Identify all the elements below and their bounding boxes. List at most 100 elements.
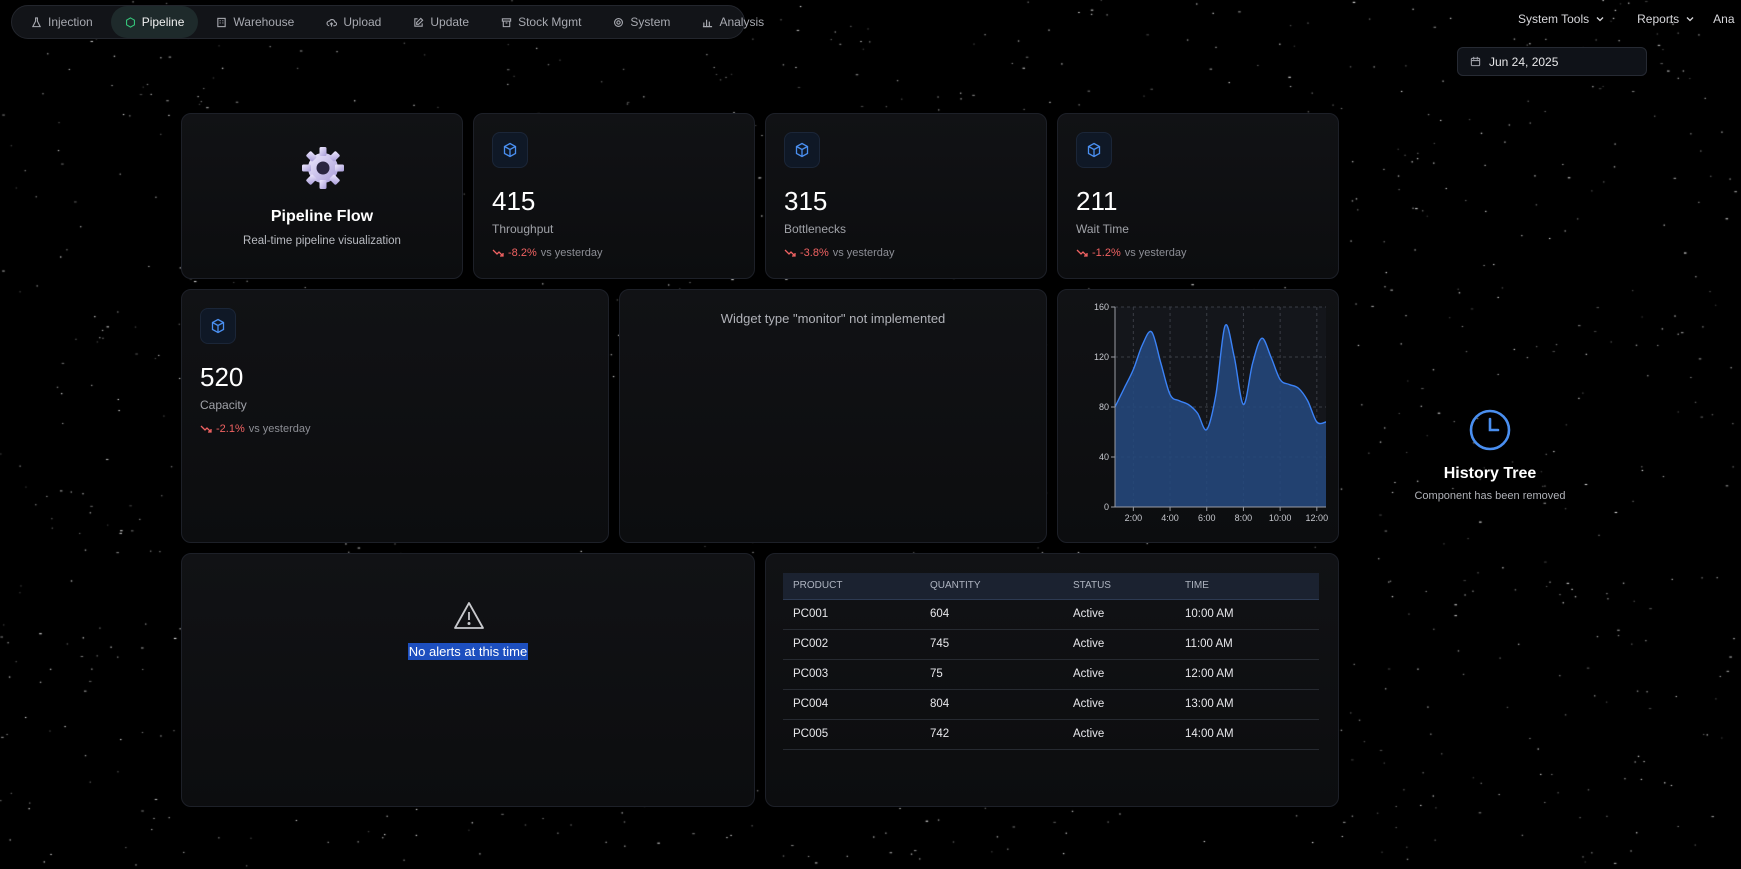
menu-reports[interactable]: Reports	[1637, 12, 1695, 26]
product-table-card: PRODUCT QUANTITY STATUS TIME PC001 604 A…	[765, 553, 1339, 807]
cell-status: Active	[1063, 689, 1175, 720]
monitor-widget-card: Widget type "monitor" not implemented	[619, 289, 1047, 543]
column-header-quantity[interactable]: QUANTITY	[920, 573, 1063, 600]
stat-trend: -2.1% vs yesterday	[200, 423, 311, 435]
menu-label: System Tools	[1518, 12, 1590, 26]
cell-product: PC004	[783, 689, 920, 720]
nav-item-upload[interactable]: Upload	[312, 6, 395, 38]
trend-suffix: vs yesterday	[540, 247, 603, 259]
trending-down-icon	[1076, 249, 1088, 257]
date-picker[interactable]: Jun 24, 2025	[1457, 47, 1647, 76]
stat-value: 520	[200, 362, 244, 392]
nav-item-pipeline[interactable]: Pipeline	[110, 6, 199, 38]
y-tick-label: 40	[1099, 452, 1109, 462]
cell-quantity: 75	[920, 659, 1063, 690]
history-tree-title: History Tree	[1443, 465, 1537, 482]
x-tick-label: 2:00	[1125, 513, 1143, 523]
flask-icon	[31, 16, 42, 27]
table-row[interactable]: PC004 804 Active 13:00 AM	[783, 689, 1319, 720]
gear-icon	[614, 17, 624, 27]
nav-item-label: Stock Mgmt	[518, 15, 582, 29]
archive-icon	[501, 17, 512, 27]
stat-card-capacity: 520 Capacity -2.1% vs yesterday	[181, 289, 609, 543]
cell-product: PC002	[783, 629, 920, 660]
clock-icon	[1469, 409, 1511, 451]
trending-down-icon	[784, 249, 796, 257]
nav-item-system[interactable]: System	[599, 6, 684, 38]
cell-time: 14:00 AM	[1175, 719, 1319, 750]
cell-status: Active	[1063, 629, 1175, 660]
table-header-row: PRODUCT QUANTITY STATUS TIME	[783, 573, 1319, 600]
column-header-product[interactable]: PRODUCT	[783, 573, 920, 600]
stat-value: 415	[492, 186, 536, 216]
building-icon	[217, 17, 227, 27]
nav-item-label: Update	[430, 15, 470, 29]
chevron-down-icon	[1596, 17, 1604, 22]
cloud-upload-icon	[326, 18, 338, 27]
calendar-icon	[1470, 56, 1481, 67]
nav-item-label: Warehouse	[233, 15, 295, 29]
cell-time: 13:00 AM	[1175, 689, 1319, 720]
stat-label: Capacity	[200, 398, 247, 412]
x-tick-label: 4:00	[1161, 513, 1179, 523]
trending-down-icon	[492, 249, 504, 257]
column-header-time[interactable]: TIME	[1175, 573, 1319, 600]
cell-status: Active	[1063, 719, 1175, 750]
cell-time: 11:00 AM	[1175, 629, 1319, 660]
cell-quantity: 604	[920, 599, 1063, 630]
trend-suffix: vs yesterday	[248, 423, 311, 435]
menu-system-tools[interactable]: System Tools	[1518, 12, 1605, 26]
y-tick-label: 160	[1094, 302, 1109, 312]
bar-chart-icon	[703, 19, 713, 27]
alerts-message: No alerts at this time	[182, 643, 754, 660]
gear-icon	[302, 147, 344, 189]
nav-item-warehouse[interactable]: Warehouse	[202, 6, 308, 38]
top-nav: Injection Pipeline Warehouse Upload Upda…	[11, 5, 764, 39]
stat-trend: -1.2% vs yesterday	[1076, 247, 1187, 259]
nav-item-label: System	[630, 15, 671, 29]
table-row[interactable]: PC002 745 Active 11:00 AM	[783, 629, 1319, 660]
table-row[interactable]: PC001 604 Active 10:00 AM	[783, 599, 1319, 630]
cell-product: PC001	[783, 599, 920, 630]
edit-icon	[414, 17, 424, 27]
history-tree-placeholder: History Tree Component has been removed	[1400, 408, 1580, 502]
pipeline-flow-subtitle: Real-time pipeline visualization	[243, 235, 401, 247]
chevron-down-icon	[1686, 17, 1694, 22]
stat-label: Throughput	[492, 222, 554, 236]
nav-item-update[interactable]: Update	[399, 6, 483, 38]
column-header-status[interactable]: STATUS	[1063, 573, 1175, 600]
x-tick-label: 6:00	[1198, 513, 1216, 523]
nav-item-stock-mgmt[interactable]: Stock Mgmt	[487, 6, 595, 38]
area-chart-card: 0 40 80 120 160 2:00 4:00 6:00 8:00 10:00 12:00	[1057, 289, 1339, 543]
stat-card-wait-time: 211 Wait Time -1.2% vs yesterday	[1057, 113, 1339, 279]
monitor-widget-message: Widget type "monitor" not implemented	[720, 311, 946, 326]
menu-analysis-truncated[interactable]: Ana	[1713, 12, 1734, 26]
trend-value: -1.2%	[1092, 247, 1121, 259]
cell-time: 10:00 AM	[1175, 599, 1319, 630]
x-tick-label: 10:00	[1269, 513, 1292, 523]
trending-down-icon	[200, 425, 212, 433]
stat-card-throughput: 415 Throughput -8.2% vs yesterday	[473, 113, 755, 279]
nav-item-analysis[interactable]: Analysis	[688, 6, 778, 38]
cell-status: Active	[1063, 659, 1175, 690]
stat-trend: -8.2% vs yesterday	[492, 247, 603, 259]
trend-value: -8.2%	[508, 247, 537, 259]
stat-value: 315	[784, 186, 828, 216]
cell-product: PC003	[783, 659, 920, 690]
box-icon	[784, 132, 820, 168]
stat-card-bottlenecks: 315 Bottlenecks -3.8% vs yesterday	[765, 113, 1047, 279]
trend-suffix: vs yesterday	[832, 247, 895, 259]
pipeline-flow-card: Pipeline Flow Real-time pipeline visuali…	[181, 113, 463, 279]
pipeline-flow-title: Pipeline Flow	[270, 208, 374, 225]
cell-quantity: 742	[920, 719, 1063, 750]
product-table: PRODUCT QUANTITY STATUS TIME PC001 604 A…	[783, 573, 1319, 750]
hexagon-icon	[125, 16, 135, 28]
alerts-card: No alerts at this time	[181, 553, 755, 807]
cell-quantity: 745	[920, 629, 1063, 660]
stat-label: Bottlenecks	[784, 222, 847, 236]
table-row[interactable]: PC003 75 Active 12:00 AM	[783, 659, 1319, 690]
nav-item-injection[interactable]: Injection	[17, 6, 107, 38]
menu-label: Ana	[1713, 12, 1735, 26]
table-row[interactable]: PC005 742 Active 14:00 AM	[783, 719, 1319, 750]
history-tree-subtitle: Component has been removed	[1414, 490, 1566, 502]
